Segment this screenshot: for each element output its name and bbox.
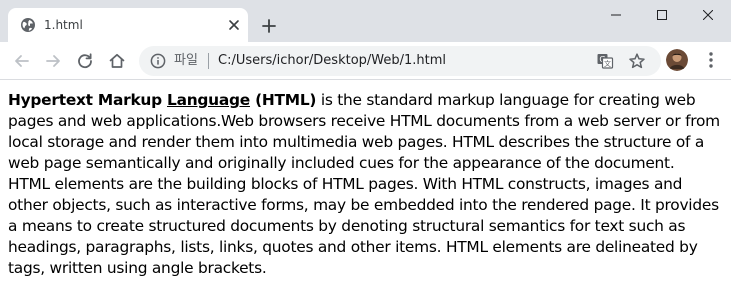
toolbar: 파일 C:/Users/ichor/Desktop/Web/1.html G 文: [0, 42, 731, 80]
reload-button[interactable]: [72, 48, 98, 74]
reload-icon: [78, 53, 92, 69]
forward-arrow-icon: [46, 55, 60, 67]
underlined-word: Language: [167, 91, 250, 109]
avatar[interactable]: [666, 49, 688, 71]
browser-window: 1.html 파일 C:/Users/ichor/Desktop/Web/1.h…: [0, 0, 731, 300]
paragraph: Hypertext Markup Language (HTML) is the …: [8, 90, 722, 279]
paragraph-text-2: HTML elements are the building blocks of…: [8, 175, 719, 277]
tab-active[interactable]: 1.html: [8, 8, 248, 42]
page-content: Hypertext Markup Language (HTML) is the …: [0, 80, 731, 300]
tab-close-icon[interactable]: [226, 17, 242, 33]
home-icon: [109, 53, 125, 68]
menu-button[interactable]: [700, 49, 722, 71]
maximize-button[interactable]: [639, 0, 685, 30]
forward-button[interactable]: [40, 48, 66, 74]
tab-title: 1.html: [44, 18, 83, 32]
star-icon[interactable]: [628, 52, 646, 70]
back-button[interactable]: [9, 48, 35, 74]
bold-text: Hypertext Markup: [8, 91, 168, 109]
home-button[interactable]: [104, 48, 130, 74]
svg-text:文: 文: [604, 59, 611, 68]
url-text[interactable]: C:/Users/ichor/Desktop/Web/1.html: [218, 53, 446, 69]
address-bar[interactable]: 파일 C:/Users/ichor/Desktop/Web/1.html G 文: [139, 46, 661, 76]
scheme-label: 파일: [174, 53, 198, 68]
translate-icon[interactable]: G 文: [596, 52, 614, 70]
info-icon[interactable]: [150, 53, 166, 69]
new-tab-button[interactable]: [259, 16, 279, 36]
minimize-button[interactable]: [593, 0, 639, 30]
minimize-icon: [611, 14, 621, 16]
close-icon: [703, 10, 713, 20]
back-arrow-icon: [15, 55, 29, 67]
bold-text: (HTML): [249, 91, 317, 109]
tab-strip: 1.html: [0, 0, 731, 42]
address-separator: [208, 53, 209, 69]
maximize-icon: [657, 10, 667, 20]
globe-icon: [20, 17, 36, 33]
kebab-menu-icon: [709, 52, 713, 68]
window-close-button[interactable]: [685, 0, 731, 30]
